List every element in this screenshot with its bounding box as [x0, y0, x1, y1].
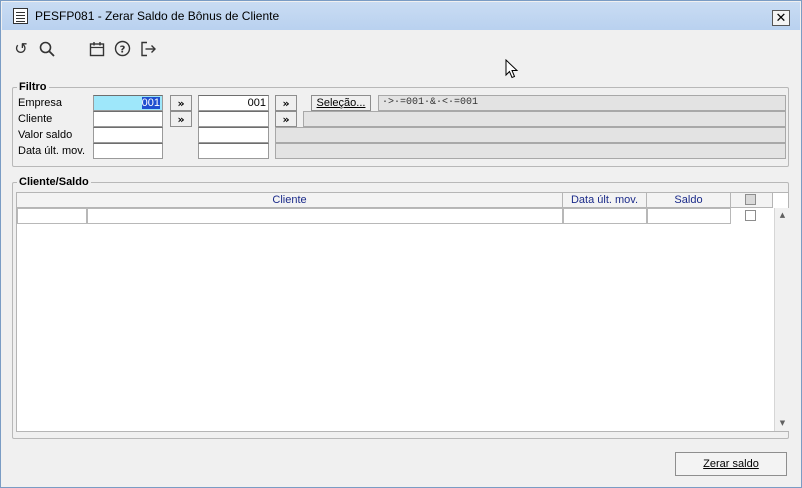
mouse-cursor-icon: [505, 59, 519, 79]
grid-vertical-scrollbar[interactable]: ▲ ▼: [774, 208, 789, 431]
empresa-range-button[interactable]: »: [170, 95, 192, 111]
data-ult-mov-label: Data últ. mov.: [18, 145, 86, 157]
row-checkbox[interactable]: [745, 210, 756, 221]
empresa-to-range-button[interactable]: »: [275, 95, 297, 111]
zerar-saldo-button[interactable]: Zerar saldo: [675, 452, 787, 476]
selecao-button[interactable]: Seleção...: [311, 95, 371, 111]
cliente-range-button[interactable]: »: [170, 111, 192, 127]
close-button[interactable]: ✕: [772, 10, 790, 26]
column-header-data-ult-mov[interactable]: Data últ. mov.: [563, 193, 647, 208]
cliente-saldo-legend: Cliente/Saldo: [19, 176, 89, 188]
cliente-to-range-button[interactable]: »: [275, 111, 297, 127]
scroll-down-icon[interactable]: ▼: [775, 416, 790, 431]
empresa-from-input[interactable]: 001: [93, 95, 163, 111]
help-icon[interactable]: ?: [112, 39, 132, 59]
cliente-description: [303, 111, 786, 127]
exit-icon[interactable]: [138, 39, 158, 59]
column-header-saldo[interactable]: Saldo: [647, 193, 731, 208]
cliente-label: Cliente: [18, 113, 53, 125]
row-cell-data-ult-mov[interactable]: [563, 208, 647, 224]
refresh-icon[interactable]: ↺: [11, 39, 31, 59]
valor-saldo-to-input[interactable]: [198, 127, 269, 143]
title-bar: PESFP081 - Zerar Saldo de Bônus de Clien…: [2, 2, 800, 30]
row-cell-saldo[interactable]: [647, 208, 731, 224]
filtro-legend: Filtro: [19, 81, 47, 93]
calendar-icon[interactable]: [87, 39, 107, 59]
column-header-select-all[interactable]: [731, 193, 773, 208]
empresa-to-input[interactable]: 001: [198, 95, 269, 111]
main-window: PESFP081 - Zerar Saldo de Bônus de Clien…: [0, 0, 802, 488]
cliente-saldo-grid[interactable]: Cliente Data últ. mov. Saldo ▲ ▼: [16, 192, 789, 432]
data-ult-mov-from-input[interactable]: [93, 143, 163, 159]
column-header-cliente[interactable]: Cliente: [17, 193, 563, 208]
valor-saldo-description: [275, 127, 786, 143]
search-icon[interactable]: [37, 39, 57, 59]
data-ult-mov-to-input[interactable]: [198, 143, 269, 159]
cliente-to-input[interactable]: [198, 111, 269, 127]
select-all-checkbox[interactable]: [745, 194, 756, 205]
window-title: PESFP081 - Zerar Saldo de Bônus de Clien…: [35, 9, 280, 23]
data-ult-mov-description: [275, 143, 786, 159]
svg-text:?: ?: [119, 45, 125, 56]
row-cell-code[interactable]: [17, 208, 87, 224]
app-document-icon: [13, 8, 28, 24]
valor-saldo-from-input[interactable]: [93, 127, 163, 143]
selection-expression: ·>·=001·&·<·=001: [378, 95, 786, 111]
empresa-label: Empresa: [18, 97, 63, 109]
scroll-up-icon[interactable]: ▲: [775, 208, 790, 223]
valor-saldo-label: Valor saldo: [18, 129, 73, 141]
cliente-from-input[interactable]: [93, 111, 163, 127]
row-cell-cliente[interactable]: [87, 208, 563, 224]
